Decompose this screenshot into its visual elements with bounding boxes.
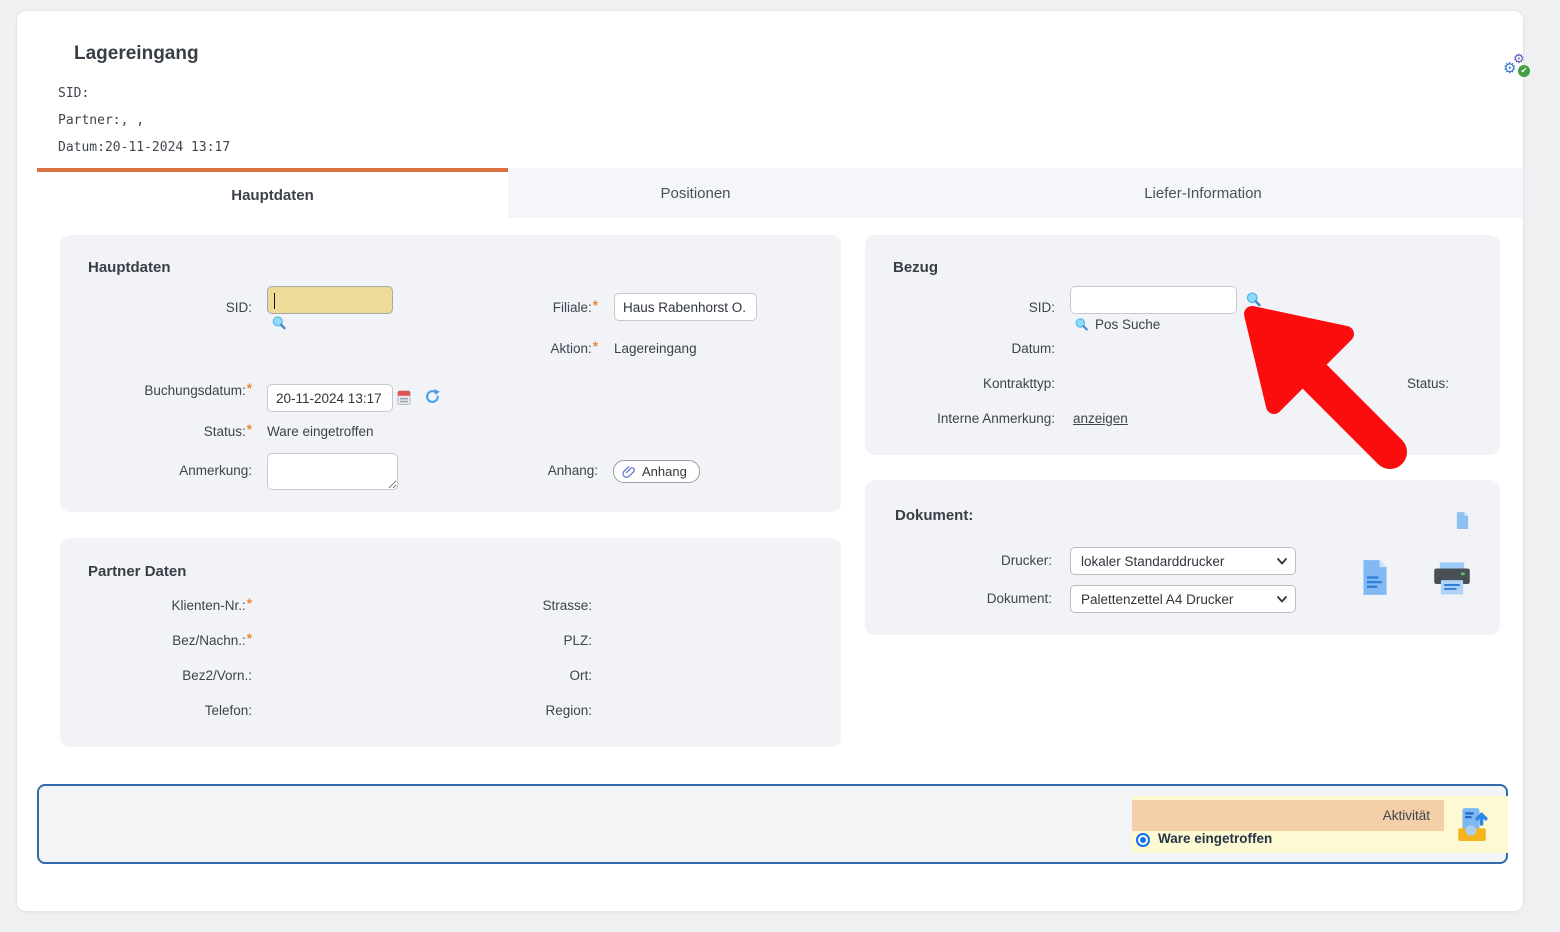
unarchive-activity-icon[interactable] [1454, 804, 1490, 844]
buchungsdatum-label: Buchungsdatum:* [52, 382, 252, 400]
tab-liefer-information[interactable]: Liefer-Information [883, 168, 1523, 218]
chevron-down-icon [1277, 596, 1287, 603]
printer-icon[interactable] [1432, 562, 1472, 596]
page-title: Lagereingang [74, 43, 199, 65]
refresh-icon[interactable] [424, 388, 441, 405]
partner-daten-heading: Partner Daten [88, 563, 186, 580]
sid-input[interactable] [267, 286, 393, 314]
plz-label: PLZ: [392, 632, 592, 650]
paperclip-icon [622, 464, 637, 479]
drucker-select-value: lokaler Standarddrucker [1081, 554, 1224, 569]
telefon-label: Telefon: [52, 702, 252, 720]
text-cursor [274, 293, 275, 309]
bezug-datum-label: Datum: [855, 340, 1055, 358]
klienten-nr-label: Klienten-Nr.:* [52, 597, 252, 615]
strasse-label: Strasse: [392, 597, 592, 615]
anhang-button[interactable]: Anhang [613, 460, 700, 483]
drucker-label: Drucker: [852, 552, 1052, 570]
bezug-heading: Bezug [893, 259, 938, 276]
meta-datum: Datum:20-11-2024 13:17 [58, 140, 230, 155]
buchungsdatum-input[interactable] [267, 384, 393, 412]
dokument-label: Dokument: [852, 590, 1052, 608]
bezug-sid-label: SID: [855, 299, 1055, 317]
pos-suche-link[interactable]: Pos Suche [1095, 316, 1160, 334]
tab-hauptdaten-label: Hauptdaten [231, 187, 314, 204]
kontrakttyp-label: Kontrakttyp: [855, 375, 1055, 393]
dokument-select-value: Palettenzettel A4 Drucker [1081, 592, 1233, 607]
status-label: Status:* [52, 423, 252, 441]
anmerkung-label: Anmerkung: [52, 462, 252, 480]
pos-suche-search-icon[interactable] [1074, 317, 1089, 332]
aktion-value: Lagereingang [614, 340, 697, 358]
region-label: Region: [392, 702, 592, 720]
tab-liefer-information-label: Liefer-Information [1144, 185, 1262, 202]
calendar-icon[interactable] [397, 389, 411, 406]
drucker-select[interactable]: lokaler Standarddrucker [1070, 547, 1296, 575]
chevron-down-icon [1277, 558, 1287, 565]
sid-label: SID: [52, 299, 252, 317]
tab-hauptdaten[interactable]: Hauptdaten [37, 172, 508, 218]
services-gears-icon[interactable]: ⚙ ⚙ ✔ [1503, 51, 1535, 83]
bez2-vorn-label: Bez2/Vorn.: [52, 667, 252, 685]
dokument-heading: Dokument: [895, 507, 973, 524]
bezug-sid-input[interactable] [1070, 286, 1237, 314]
gear-icon: ⚙ [1503, 59, 1516, 77]
tab-positionen[interactable]: Positionen [508, 168, 883, 218]
aktivitaet-label: Aktivität [1383, 808, 1430, 823]
aktivitaet-bar[interactable]: Aktivität [1132, 800, 1444, 831]
bezug-status-label: Status: [1249, 375, 1449, 393]
bez-nachn-label: Bez/Nachn.:* [52, 632, 252, 650]
ort-label: Ort: [392, 667, 592, 685]
bezug-sid-search-icon[interactable] [1245, 291, 1262, 308]
anmerkung-textarea[interactable] [267, 453, 398, 490]
sid-search-icon[interactable] [271, 315, 287, 331]
document-corner-icon[interactable] [1455, 511, 1470, 530]
anzeigen-link[interactable]: anzeigen [1073, 411, 1128, 426]
ware-eingetroffen-radio[interactable] [1136, 833, 1150, 847]
interne-anmerkung-label: Interne Anmerkung: [855, 410, 1055, 428]
meta-sid: SID: [58, 86, 89, 101]
hauptdaten-heading: Hauptdaten [88, 259, 171, 276]
aktion-label: Aktion:* [398, 340, 598, 358]
filiale-label: Filiale:* [398, 299, 598, 317]
filiale-input[interactable] [614, 293, 757, 321]
ware-eingetroffen-label: Ware eingetroffen [1158, 831, 1272, 846]
dokument-select[interactable]: Palettenzettel A4 Drucker [1070, 585, 1296, 613]
anhang-label: Anhang: [398, 462, 598, 480]
lagereingang-page: Lagereingang ⚙ ⚙ ✔ SID: Partner:, , Datu… [0, 0, 1560, 932]
check-circle-icon: ✔ [1518, 65, 1530, 77]
meta-partner: Partner:, , [58, 113, 144, 128]
document-preview-icon[interactable] [1361, 559, 1389, 596]
anhang-button-label: Anhang [642, 464, 687, 479]
status-value: Ware eingetroffen [267, 423, 374, 441]
tab-positionen-label: Positionen [660, 185, 730, 202]
